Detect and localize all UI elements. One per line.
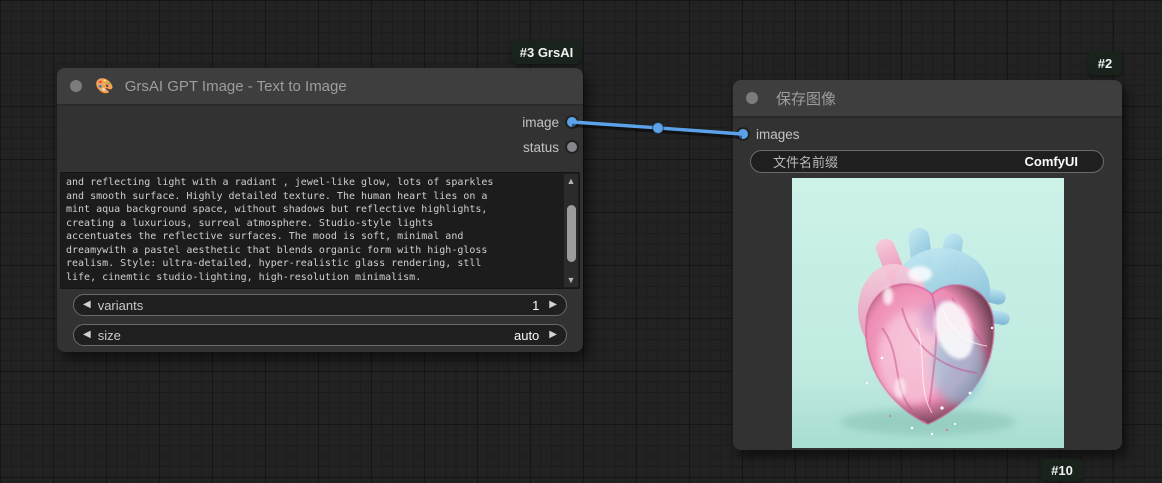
link-wire-shadow bbox=[572, 124, 742, 136]
scrollbar-thumb[interactable] bbox=[567, 205, 576, 262]
link-midpoint-dot[interactable] bbox=[653, 123, 664, 134]
widget-filename-prefix[interactable]: 文件名前缀 ComfyUI bbox=[750, 150, 1104, 173]
scroll-down-icon[interactable]: ▼ bbox=[564, 274, 578, 286]
widget-filename-prefix-label: 文件名前缀 bbox=[773, 152, 1025, 171]
widget-variants-value[interactable]: 1 bbox=[532, 298, 539, 313]
node-grsai-gpt-image[interactable]: 🎨 GrsAI GPT Image - Text to Image image … bbox=[57, 68, 583, 352]
node-id-badge-bottom: #10 bbox=[1041, 459, 1083, 481]
input-slot-images[interactable]: images bbox=[756, 124, 800, 144]
decrement-arrow-icon[interactable]: ◀ bbox=[83, 294, 91, 316]
node-save-image[interactable]: 保存图像 images 文件名前缀 ComfyUI bbox=[733, 80, 1122, 450]
heart-image bbox=[792, 178, 1064, 448]
widget-variants[interactable]: ◀ variants 1 ▶ bbox=[73, 294, 567, 316]
widget-filename-prefix-value[interactable]: ComfyUI bbox=[1025, 154, 1078, 169]
widget-size[interactable]: ◀ size auto ▶ bbox=[73, 324, 567, 346]
node-id-badge-left: #3 GrsAI bbox=[512, 41, 581, 64]
output-slot-status[interactable]: status bbox=[523, 137, 559, 157]
node-header[interactable]: 保存图像 bbox=[733, 80, 1122, 118]
node-title: GrsAI GPT Image - Text to Image bbox=[125, 78, 347, 95]
node-id-badge-right: #2 bbox=[1088, 51, 1122, 75]
input-label-images: images bbox=[756, 127, 800, 142]
increment-arrow-icon[interactable]: ▶ bbox=[549, 324, 557, 346]
image-preview[interactable] bbox=[792, 178, 1064, 448]
palette-icon: 🎨 bbox=[95, 77, 114, 95]
decrement-arrow-icon[interactable]: ◀ bbox=[83, 324, 91, 346]
output-dot-status[interactable] bbox=[567, 142, 577, 152]
scroll-up-icon[interactable]: ▲ bbox=[564, 175, 578, 187]
collapse-dot[interactable] bbox=[70, 80, 82, 92]
link-wire[interactable] bbox=[572, 122, 742, 134]
widget-size-value[interactable]: auto bbox=[514, 328, 539, 343]
output-label-status: status bbox=[523, 140, 559, 155]
node-title: 保存图像 bbox=[776, 88, 836, 109]
widget-size-label: size bbox=[98, 328, 514, 343]
widget-variants-label: variants bbox=[98, 298, 532, 313]
prompt-scrollbar[interactable]: ▲ ▼ bbox=[564, 174, 578, 287]
node-header[interactable]: 🎨 GrsAI GPT Image - Text to Image bbox=[57, 68, 583, 106]
output-label-image: image bbox=[522, 115, 559, 130]
prompt-textarea[interactable]: and reflecting light with a radiant , je… bbox=[60, 172, 580, 289]
prompt-text[interactable]: and reflecting light with a radiant , je… bbox=[61, 173, 565, 288]
increment-arrow-icon[interactable]: ▶ bbox=[549, 294, 557, 316]
output-dot-image[interactable] bbox=[567, 117, 577, 127]
collapse-dot[interactable] bbox=[746, 92, 758, 104]
output-slot-image[interactable]: image bbox=[522, 112, 559, 132]
input-dot-images[interactable] bbox=[738, 129, 748, 139]
